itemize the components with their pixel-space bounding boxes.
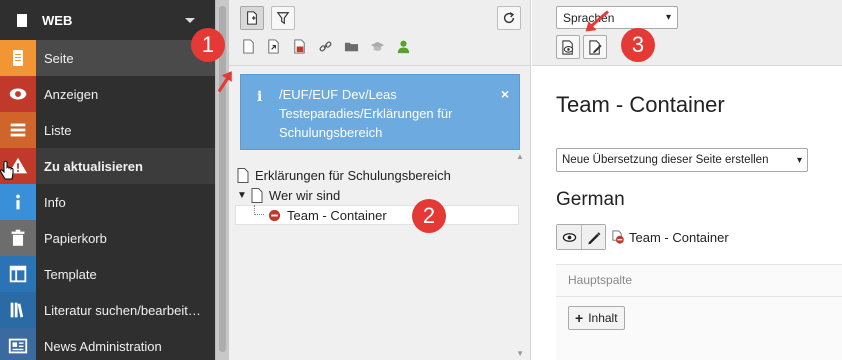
tree-node[interactable]: Erklärungen für Schulungsbereich [237, 165, 517, 185]
translation-select[interactable]: Neue Übersetzung dieser Seite erstellen … [556, 148, 808, 172]
module-item-papierkorb[interactable]: Papierkorb [0, 220, 215, 256]
page-tree: Erklärungen für Schulungsbereich ▼ Wer w… [235, 165, 519, 225]
chevron-down-icon: ▾ [796, 154, 802, 166]
module-menu: WEB Seite Anzeigen Liste Zu aktualisiere… [0, 0, 215, 360]
edit-page-icon [588, 39, 602, 55]
translation-select-value: Neue Übersetzung dieser Seite erstellen [562, 154, 769, 166]
page-type-standard-icon[interactable] [240, 38, 256, 54]
info-icon [0, 184, 36, 220]
column-label: Hauptspalte [568, 273, 633, 287]
user-icon[interactable] [395, 38, 411, 54]
tree-node-selected[interactable]: Team - Container [235, 205, 519, 225]
eye-icon [0, 76, 36, 112]
tree-node[interactable]: ▼ Wer wir sind [237, 185, 517, 205]
plus-icon: + [575, 310, 584, 326]
tree-node-label: Wer wir sind [268, 187, 341, 203]
page-type-shortcut-icon[interactable] [265, 38, 281, 54]
new-page-button[interactable] [240, 6, 264, 30]
module-label: Papierkorb [44, 230, 107, 246]
filter-icon [276, 12, 290, 25]
content-grid: Hauptspalte + Inhalt [556, 264, 842, 360]
edit-record-button[interactable] [581, 225, 605, 249]
page-icon [251, 187, 263, 203]
edit-page-button[interactable] [583, 35, 607, 59]
graduation-cap-icon[interactable] [369, 38, 385, 54]
tree-scroll-up-icon[interactable]: ▲ [516, 152, 524, 161]
add-content-button[interactable]: + Inhalt [568, 306, 625, 330]
module-label: Info [44, 194, 66, 210]
module-item-liste[interactable]: Liste [0, 112, 215, 148]
record-title-text: Team - Container [629, 229, 729, 245]
module-label: Template [44, 266, 97, 282]
module-label: News Administration [44, 338, 162, 354]
language-select[interactable]: Sprachen ▾ [556, 6, 678, 29]
collapse-toggle-icon[interactable]: ▼ [237, 190, 247, 201]
link-icon[interactable] [317, 38, 333, 54]
close-icon[interactable]: × [501, 85, 509, 104]
module-label: Zu aktualisieren [44, 158, 143, 174]
news-icon [0, 328, 36, 360]
trash-icon [0, 220, 36, 256]
folder-icon[interactable] [343, 38, 359, 54]
hidden-page-icon [612, 230, 624, 244]
module-item-literatur[interactable]: Literatur suchen/bearbeit… [0, 292, 215, 328]
page-tree-toolbar [229, 0, 530, 66]
refresh-icon [503, 12, 515, 24]
record-button-group [556, 224, 606, 250]
tree-node-label: Team - Container [287, 207, 387, 223]
module-label: Liste [44, 122, 72, 138]
filter-button[interactable] [271, 6, 295, 30]
module-item-anzeigen[interactable]: Anzeigen [0, 76, 215, 112]
site-name: WEB [42, 12, 73, 28]
tree-node-label: Erklärungen für Schulungsbereich [255, 167, 451, 183]
path-info-box: i /EUF/EUF Dev/Leas Testeparadies/Erklär… [240, 74, 520, 150]
new-page-icon [247, 11, 257, 25]
page-tree-pane: i /EUF/EUF Dev/Leas Testeparadies/Erklär… [229, 0, 531, 360]
eye-icon [562, 232, 576, 242]
module-label: Anzeigen [44, 86, 99, 102]
record-title: Team - Container [612, 230, 729, 245]
page-icon [8, 2, 36, 38]
tree-connector [254, 205, 264, 215]
module-item-info[interactable]: Info [0, 184, 215, 220]
hand-cursor-icon [0, 160, 14, 180]
module-item-template[interactable]: Template [0, 256, 215, 292]
view-record-button[interactable] [557, 225, 581, 249]
chevron-down-icon: ▾ [665, 12, 671, 23]
hidden-page-icon [268, 209, 281, 221]
module-item-news[interactable]: News Administration [0, 328, 215, 360]
view-page-button[interactable] [556, 35, 580, 59]
list-icon [0, 112, 36, 148]
module-item-seite[interactable]: Seite [0, 40, 215, 76]
module-item-zu-aktualisieren[interactable]: Zu aktualisieren [0, 148, 215, 184]
annotation-badge-3: 3 [621, 28, 655, 62]
page-icon [237, 167, 249, 183]
module-label: Literatur suchen/bearbeit… [44, 302, 201, 318]
pencil-icon [588, 231, 601, 244]
chevron-down-icon [185, 17, 195, 23]
info-icon: i [257, 89, 263, 105]
module-label: Seite [44, 50, 74, 66]
tree-scroll-down-icon[interactable]: ▼ [516, 349, 524, 358]
content-pane: Sprachen ▾ Team - Container Neue Überset… [532, 0, 842, 360]
content-toolbar: Sprachen ▾ [532, 0, 842, 66]
template-icon [0, 256, 36, 292]
page-icon [0, 40, 36, 76]
view-page-icon [561, 39, 573, 55]
record-row: Team - Container [556, 224, 729, 250]
annotation-badge-1: 1 [191, 28, 225, 62]
refresh-button[interactable] [497, 6, 521, 30]
path-info-text: /EUF/EUF Dev/Leas Testeparadies/Erklärun… [279, 87, 453, 140]
language-heading: German [556, 189, 625, 210]
page-title: Team - Container [556, 92, 725, 117]
site-switcher[interactable]: WEB [0, 0, 215, 40]
page-type-external-icon[interactable] [291, 38, 307, 54]
add-content-label: Inhalt [588, 311, 618, 325]
books-icon [0, 292, 36, 328]
annotation-badge-2: 2 [412, 199, 446, 233]
